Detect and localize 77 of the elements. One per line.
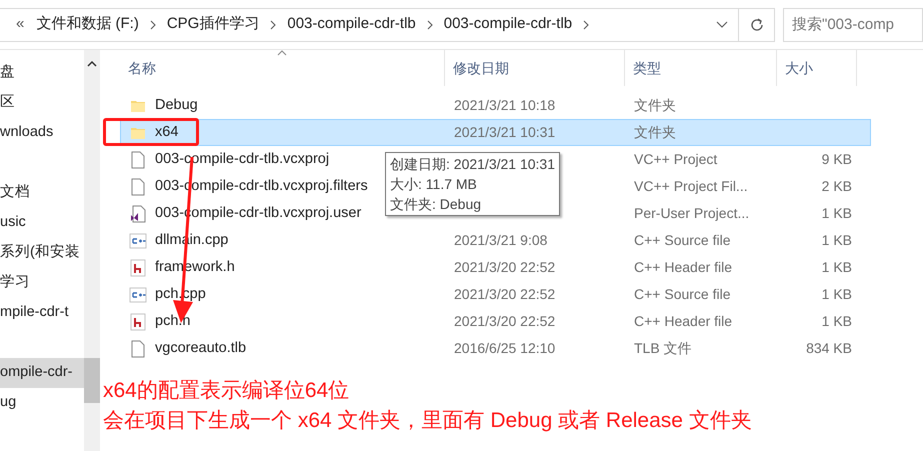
sidebar-item[interactable]: wnloads	[0, 118, 84, 148]
scroll-up-icon[interactable]	[87, 60, 97, 68]
refresh-icon	[748, 16, 764, 32]
file-type: C++ Source file	[634, 232, 730, 248]
file-name[interactable]: x64	[155, 122, 178, 144]
sidebar-item[interactable]: mpile-cdr-t	[0, 298, 84, 328]
tooltip-line: 大小: 11.7 MB	[390, 175, 478, 194]
modified-date: 2021/3/21 9:08	[454, 232, 548, 248]
file-name[interactable]: pch.h	[155, 310, 190, 332]
breadcrumb[interactable]: 003-compile-cdr-tlb	[440, 13, 576, 36]
selected-file-row[interactable]: x64 2021/3/21 10:31 文件夹	[120, 119, 871, 146]
scrollbar[interactable]	[84, 50, 100, 451]
sidebar-item[interactable]: 盘	[0, 58, 84, 88]
sidebar-item[interactable]: 区	[0, 88, 84, 118]
modified-date: 2021/3/21 10:31	[454, 124, 556, 140]
breadcrumb[interactable]: CPG插件学习	[162, 13, 264, 36]
breadcrumb[interactable]: 文件和数据 (F:)	[32, 13, 143, 36]
address-bar[interactable]: « 文件和数据 (F:) CPG插件学习 003-compile-cdr-tlb 003-compile-cdr-tlb	[0, 8, 775, 42]
dropdown-chevron-icon[interactable]	[716, 20, 728, 28]
overflow-chevron[interactable]: «	[16, 13, 24, 36]
column-header[interactable]: 修改日期	[445, 50, 625, 86]
file-size: 9 KB	[822, 151, 852, 167]
modified-date: 2021/3/20 22:52	[454, 313, 556, 329]
modified-date: 2021/3/21 10:18	[454, 97, 556, 113]
file-size: 2 KB	[822, 178, 852, 194]
file-type: TLB 文件	[634, 340, 692, 356]
file-size: 1 KB	[822, 205, 852, 221]
file-name[interactable]: vgcoreauto.tlb	[155, 338, 246, 360]
file-type: C++ Source file	[634, 286, 730, 302]
file-name[interactable]: 003-compile-cdr-tlb.vcxproj	[155, 148, 330, 170]
folder-icon	[130, 126, 146, 140]
visual-studio-file-icon	[130, 204, 146, 222]
modified-date: 2021/3/20 22:52	[454, 259, 556, 275]
sidebar-item[interactable]: 文档	[0, 178, 84, 208]
scrollbar-thumb[interactable]	[84, 358, 100, 403]
breadcrumb[interactable]: 003-compile-cdr-tlb	[283, 13, 420, 36]
chevron-right-icon	[148, 20, 157, 30]
file-size: 1 KB	[822, 259, 852, 275]
tooltip-line: 创建日期: 2021/3/21 10:31	[390, 155, 555, 174]
header-file-icon	[130, 312, 146, 330]
chevron-right-icon	[582, 20, 590, 30]
file-type: C++ Header file	[634, 313, 732, 329]
annotation-text: 会在项目下生成一个 x64 文件夹，里面有 Debug 或者 Release 文件夹	[103, 408, 752, 434]
file-size: 1 KB	[822, 313, 852, 329]
header-file-icon	[130, 258, 146, 276]
file-type: C++ Header file	[634, 259, 732, 275]
file-size: 834 KB	[806, 340, 852, 356]
file-icon	[131, 178, 145, 196]
cpp-file-icon	[129, 286, 147, 302]
file-name[interactable]: Debug	[155, 94, 198, 116]
sidebar-item[interactable]: 学习	[0, 268, 84, 298]
file-type: VC++ Project	[634, 151, 718, 167]
file-type: Per-User Project...	[634, 205, 750, 221]
annotation-text: x64的配置表示编译位64位	[103, 378, 350, 404]
sidebar-item[interactable]: 系列(和安装	[0, 238, 84, 268]
file-type: VC++ Project Fil...	[634, 178, 748, 194]
file-icon	[131, 150, 145, 168]
chevron-right-icon	[269, 20, 278, 30]
modified-date: 2016/6/25 12:10	[454, 340, 556, 356]
sidebar-item[interactable]: ompile-cdr-	[0, 358, 84, 388]
file-size: 1 KB	[822, 232, 852, 248]
modified-date: 2021/3/20 22:52	[454, 286, 556, 302]
folder-icon	[130, 98, 146, 112]
file-type: 文件夹	[634, 97, 676, 113]
column-header[interactable]: 大小	[777, 50, 857, 86]
cpp-file-icon	[129, 232, 147, 248]
file-type: 文件夹	[634, 124, 676, 140]
column-header[interactable]: 名称	[120, 50, 445, 86]
tooltip-line: 文件夹: Debug	[390, 195, 482, 214]
sort-caret-icon	[277, 50, 287, 56]
column-header[interactable]: 类型	[625, 50, 777, 86]
sidebar-item[interactable]: ug	[0, 388, 84, 418]
chevron-right-icon	[426, 20, 434, 30]
file-size: 1 KB	[822, 286, 852, 302]
sidebar-item[interactable]: usic	[0, 208, 84, 238]
search-field[interactable]: 搜索"003-comp	[783, 8, 923, 42]
file-icon	[131, 340, 145, 358]
